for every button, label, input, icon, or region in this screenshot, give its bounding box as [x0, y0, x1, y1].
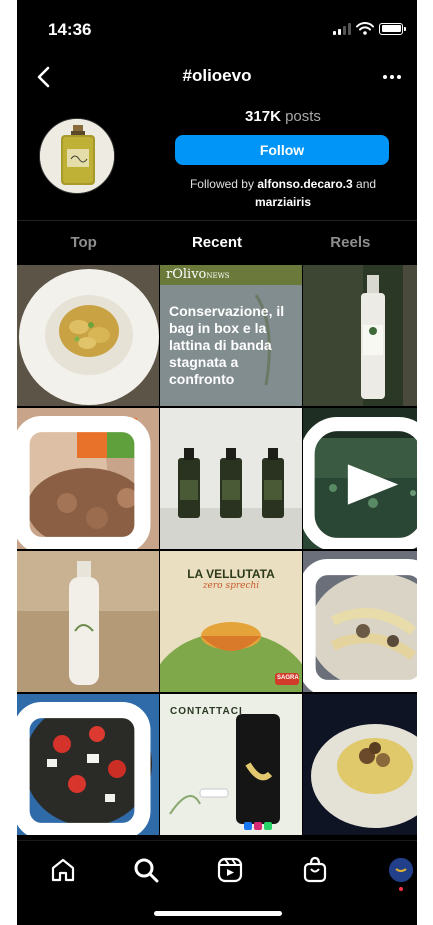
post-count-value: 317K — [245, 108, 281, 125]
status-bar: 14:36 — [17, 0, 417, 58]
contact-title: CONTATTACI — [170, 706, 243, 717]
news-logo: rOlivoNEWS — [166, 267, 230, 282]
tab-recent[interactable]: Recent — [150, 221, 283, 264]
reels-icon[interactable] — [215, 855, 245, 885]
shopping-bag-icon[interactable] — [300, 855, 330, 885]
tab-top[interactable]: Top — [17, 221, 150, 264]
battery-icon — [379, 22, 406, 35]
carousel-icon — [17, 416, 151, 549]
grid-post-risotto[interactable] — [303, 694, 417, 835]
home-icon[interactable] — [48, 855, 78, 885]
notification-dot — [399, 887, 403, 891]
wifi-icon — [356, 22, 374, 35]
followed-user-2[interactable]: marziairis — [255, 195, 311, 209]
phone-screen: 14:36 #olioevo 317K posts Follow Followe… — [17, 0, 417, 925]
more-options-icon[interactable] — [379, 64, 405, 90]
grid-post-tomato-salad[interactable] — [17, 694, 159, 835]
grid-post-three-bottles[interactable] — [160, 408, 302, 549]
grid-post-ceramic-bottle[interactable] — [17, 551, 159, 692]
hashtag-profile: 317K posts Follow Followed by alfonso.de… — [17, 100, 417, 218]
followed-prefix: Followed by — [189, 177, 254, 191]
carousel-icon — [17, 702, 151, 835]
profile-avatar[interactable] — [389, 858, 413, 882]
hashtag-avatar[interactable] — [39, 118, 115, 194]
oil-bottle-thumbnail — [40, 119, 114, 193]
page-title: #olioevo — [182, 66, 252, 85]
poster-brand: SAGRA — [277, 675, 299, 681]
content-tabs: Top Recent Reels — [17, 220, 417, 264]
tab-reels[interactable]: Reels — [284, 221, 417, 264]
home-indicator[interactable] — [154, 911, 282, 916]
followed-user-1[interactable]: alfonso.decaro.3 — [257, 177, 352, 191]
status-time: 14:36 — [48, 20, 92, 39]
grid-post-vellutata-poster[interactable]: LA VELLUTATA zero sprechi SAGRA — [160, 551, 302, 692]
followed-by-text: Followed by alfonso.decaro.3 and marziai… — [165, 175, 401, 211]
news-headline: Conservazione, il bag in box e la lattin… — [169, 303, 285, 387]
news-logo-text: rOlivo — [166, 267, 207, 282]
status-icons — [333, 22, 406, 35]
carousel-icon — [303, 559, 417, 692]
follow-button[interactable]: Follow — [175, 135, 389, 165]
post-grid: rOlivoNEWS Conservazione, il bag in box … — [17, 265, 417, 840]
reel-icon — [303, 417, 417, 549]
grid-post-oil-bottle-tree[interactable] — [303, 265, 417, 406]
search-icon[interactable] — [131, 855, 161, 885]
grid-post-contact-card[interactable]: CONTATTACI — [160, 694, 302, 835]
post-count-label: posts — [285, 108, 321, 125]
grid-post-pasta-mushrooms[interactable] — [303, 551, 417, 692]
grid-post-beans-vegetables[interactable] — [17, 408, 159, 549]
grid-post-olivo-news[interactable]: rOlivoNEWS Conservazione, il bag in box … — [160, 265, 302, 406]
news-logo-sub: NEWS — [206, 272, 230, 280]
grid-post-pasta-plate[interactable] — [17, 265, 159, 406]
poster-subtitle: zero sprechi — [202, 581, 260, 591]
followed-and: and — [356, 177, 377, 191]
signal-icon — [333, 22, 351, 35]
poster-title: LA VELLUTATA — [187, 567, 275, 581]
nav-header: #olioevo — [17, 60, 417, 94]
post-count: 317K posts — [177, 108, 389, 125]
grid-post-water-reel[interactable] — [303, 408, 417, 549]
